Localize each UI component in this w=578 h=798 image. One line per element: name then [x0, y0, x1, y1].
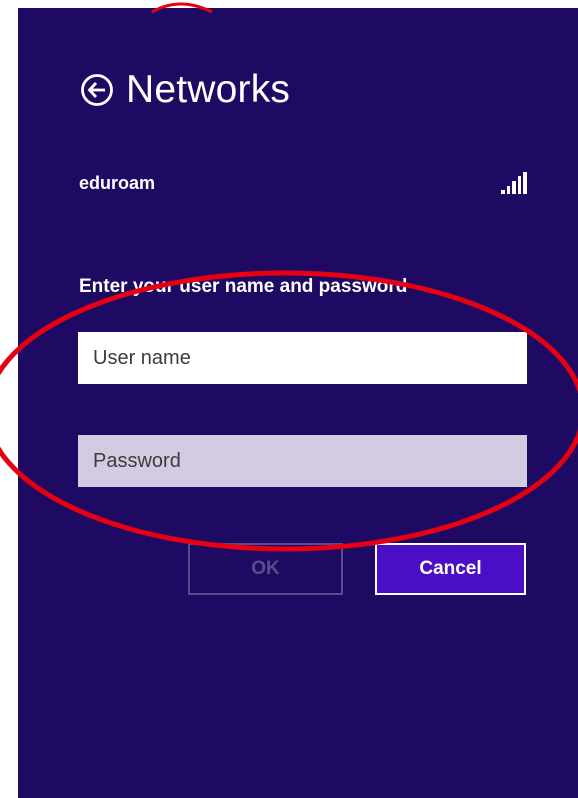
back-arrow-circle-icon[interactable] — [80, 73, 114, 107]
panel-header: Networks — [80, 70, 290, 109]
signal-bar — [501, 190, 505, 194]
credentials-prompt: Enter your user name and password — [79, 276, 408, 297]
network-name: eduroam — [79, 172, 156, 193]
cancel-button[interactable]: Cancel — [375, 543, 526, 595]
signal-bar — [512, 181, 516, 194]
signal-bar — [506, 186, 511, 194]
password-input[interactable] — [78, 435, 527, 487]
screenshot-stage: Networks eduroam Enter your user name an… — [0, 0, 578, 798]
ok-button[interactable]: OK — [188, 543, 343, 595]
signal-bar — [523, 172, 527, 194]
network-item: eduroam — [79, 168, 527, 198]
network-login-panel: Networks eduroam Enter your user name an… — [18, 8, 578, 798]
signal-bar — [517, 176, 522, 194]
username-input[interactable] — [78, 332, 527, 384]
wifi-signal-icon — [501, 172, 527, 194]
page-title: Networks — [126, 68, 291, 111]
